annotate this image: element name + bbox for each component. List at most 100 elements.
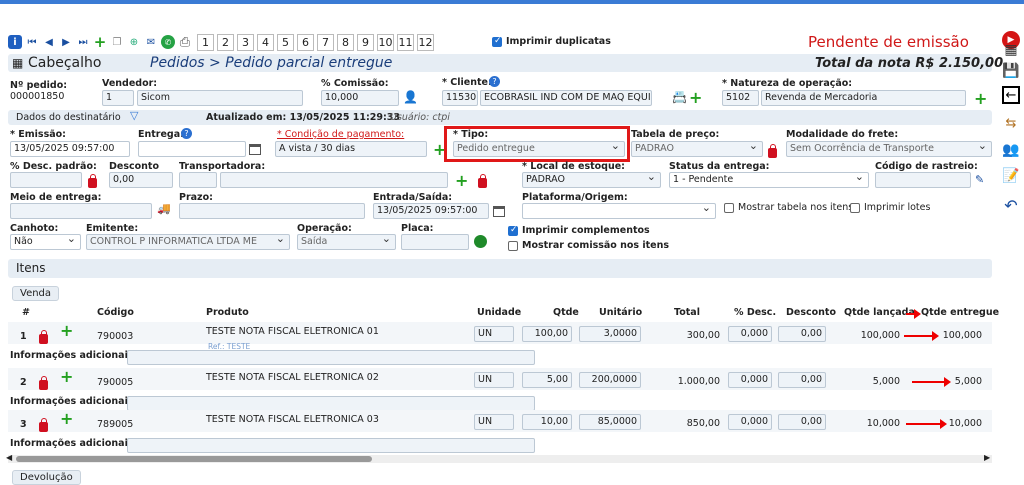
client-name-input[interactable]: ECOBRASIL IND COM DE MAQ EQUIP L xyxy=(480,90,652,106)
issuer-select[interactable]: CONTROL P INFORMATICA LTDA ME xyxy=(86,234,290,250)
users-icon[interactable]: 👥 xyxy=(1002,141,1020,159)
page-button-6[interactable]: 6 xyxy=(297,33,314,51)
platform-select[interactable] xyxy=(522,203,716,219)
delivery-help-icon[interactable]: ? xyxy=(181,128,192,139)
stub-select[interactable]: Não xyxy=(10,234,81,250)
add-icon[interactable]: + xyxy=(93,33,107,51)
discount-input[interactable]: 0,00 xyxy=(109,172,173,188)
print-icon[interactable]: ⎙ xyxy=(178,35,192,50)
save-icon[interactable]: 💾 xyxy=(1002,62,1020,80)
print-complements-checkbox[interactable] xyxy=(508,225,518,236)
item-disc-input[interactable]: 0,00 xyxy=(778,414,826,430)
flow-icon[interactable]: ⇆ xyxy=(1002,114,1020,132)
item-unit-price-input[interactable]: 200,0000 xyxy=(579,372,641,388)
item-disc-pct-input[interactable]: 0,000 xyxy=(728,326,772,342)
plate-input[interactable] xyxy=(401,234,469,250)
page-button-9[interactable]: 9 xyxy=(357,33,374,51)
type-select[interactable]: Pedido entregue xyxy=(453,141,625,157)
delivery-means-input[interactable] xyxy=(10,203,152,219)
person-money-icon[interactable]: 👤 xyxy=(403,90,418,104)
page-button-2[interactable]: 2 xyxy=(217,33,234,51)
delivery-input[interactable] xyxy=(138,141,246,157)
copy-icon[interactable]: ❐ xyxy=(110,35,124,49)
add-client-icon[interactable]: + xyxy=(689,90,702,106)
email-icon[interactable]: ✉ xyxy=(144,35,158,49)
apps-icon[interactable]: ▦ xyxy=(1002,41,1020,59)
notes-icon[interactable]: 📝 xyxy=(1002,167,1020,185)
stock-select[interactable]: PADRAO xyxy=(522,172,661,188)
tracking-input[interactable] xyxy=(875,172,971,188)
item-disc-input[interactable]: 0,00 xyxy=(778,372,826,388)
help-icon[interactable]: ? xyxy=(489,76,500,87)
disc-lock-icon[interactable] xyxy=(88,174,97,188)
undo-icon[interactable]: ↶ xyxy=(1002,196,1020,215)
exit-icon[interactable]: ← xyxy=(1002,86,1020,104)
row-add-icon[interactable]: + xyxy=(60,323,73,339)
print-lots-checkbox[interactable] xyxy=(850,203,860,213)
carrier-name-input[interactable] xyxy=(220,172,448,188)
last-page-icon[interactable]: ⏭ xyxy=(76,35,90,49)
term-input[interactable] xyxy=(179,203,365,219)
info-input[interactable] xyxy=(127,438,535,453)
payment-label[interactable]: * Condição de pagamento: xyxy=(277,129,404,140)
row-lock-icon[interactable] xyxy=(39,330,48,344)
inout-input[interactable]: 13/05/2025 09:57:00 xyxy=(373,203,489,219)
scroll-right-icon[interactable]: ▶ xyxy=(984,453,990,462)
emission-input[interactable]: 13/05/2025 09:57:00 xyxy=(10,141,130,157)
page-button-11[interactable]: 11 xyxy=(397,33,414,51)
commission-input[interactable]: 10,000 xyxy=(321,90,399,106)
truck-icon[interactable]: 🚚 xyxy=(157,202,171,215)
item-qty-input[interactable]: 100,00 xyxy=(522,326,572,342)
edit-icon[interactable]: ✎ xyxy=(975,173,984,186)
scrollbar-thumb[interactable] xyxy=(16,456,372,462)
lock-icon[interactable] xyxy=(768,144,777,158)
carrier-lock-icon[interactable] xyxy=(478,174,487,188)
page-button-4[interactable]: 4 xyxy=(257,33,274,51)
page-button-12[interactable]: 12 xyxy=(417,33,434,51)
page-button-7[interactable]: 7 xyxy=(317,33,334,51)
print-duplicates-checkbox[interactable] xyxy=(492,36,502,47)
item-unit-input[interactable]: UN xyxy=(474,372,514,388)
delivery-status-select[interactable]: 1 - Pendente xyxy=(669,172,869,188)
seller-code-input[interactable]: 1 xyxy=(102,90,134,106)
contact-card-icon[interactable]: 📇 xyxy=(672,90,687,104)
add-carrier-icon[interactable]: + xyxy=(455,173,468,189)
row-add-icon[interactable]: + xyxy=(60,369,73,385)
nature-code-input[interactable]: 5102 xyxy=(722,90,759,106)
item-disc-input[interactable]: 0,00 xyxy=(778,326,826,342)
disc-default-input[interactable] xyxy=(10,172,82,188)
page-button-1[interactable]: 1 xyxy=(197,33,214,51)
horizontal-scrollbar[interactable] xyxy=(8,455,992,463)
item-qty-input[interactable]: 5,00 xyxy=(522,372,572,388)
info-input[interactable] xyxy=(127,396,535,411)
calendar-icon[interactable] xyxy=(249,144,261,155)
page-button-5[interactable]: 5 xyxy=(277,33,294,51)
returns-tab[interactable]: Devolução xyxy=(12,470,81,485)
page-button-10[interactable]: 10 xyxy=(377,33,394,51)
info-icon[interactable]: i xyxy=(8,35,22,49)
tab-venda[interactable]: Venda xyxy=(12,286,60,301)
item-unit-input[interactable]: UN xyxy=(474,414,514,430)
seller-name-input[interactable]: Sicom xyxy=(137,90,303,106)
item-qty-input[interactable]: 10,00 xyxy=(522,414,572,430)
item-unit-price-input[interactable]: 85,0000 xyxy=(579,414,641,430)
item-disc-pct-input[interactable]: 0,000 xyxy=(728,372,772,388)
whatsapp-icon[interactable]: ✆ xyxy=(161,35,175,49)
prev-page-icon[interactable]: ◀ xyxy=(42,35,56,49)
payment-input[interactable]: A vista / 30 dias xyxy=(275,141,427,157)
network-icon[interactable]: ⊕ xyxy=(127,35,141,49)
first-page-icon[interactable]: ⏮ xyxy=(25,35,39,49)
item-unit-price-input[interactable]: 3,0000 xyxy=(579,326,641,342)
inout-calendar-icon[interactable] xyxy=(493,206,505,217)
carrier-code-input[interactable] xyxy=(179,172,217,188)
nature-name-input[interactable]: Revenda de Mercadoria xyxy=(761,90,966,106)
item-unit-input[interactable]: UN xyxy=(474,326,514,342)
page-button-8[interactable]: 8 xyxy=(337,33,354,51)
next-page-icon[interactable]: ▶ xyxy=(59,35,73,49)
row-add-icon[interactable]: + xyxy=(60,411,73,427)
chevron-down-icon[interactable]: ▽ xyxy=(130,109,138,122)
scroll-left-icon[interactable]: ◀ xyxy=(6,453,12,462)
page-button-3[interactable]: 3 xyxy=(237,33,254,51)
freight-select[interactable]: Sem Ocorrência de Transporte xyxy=(786,141,992,157)
add-nature-icon[interactable]: + xyxy=(974,91,987,107)
